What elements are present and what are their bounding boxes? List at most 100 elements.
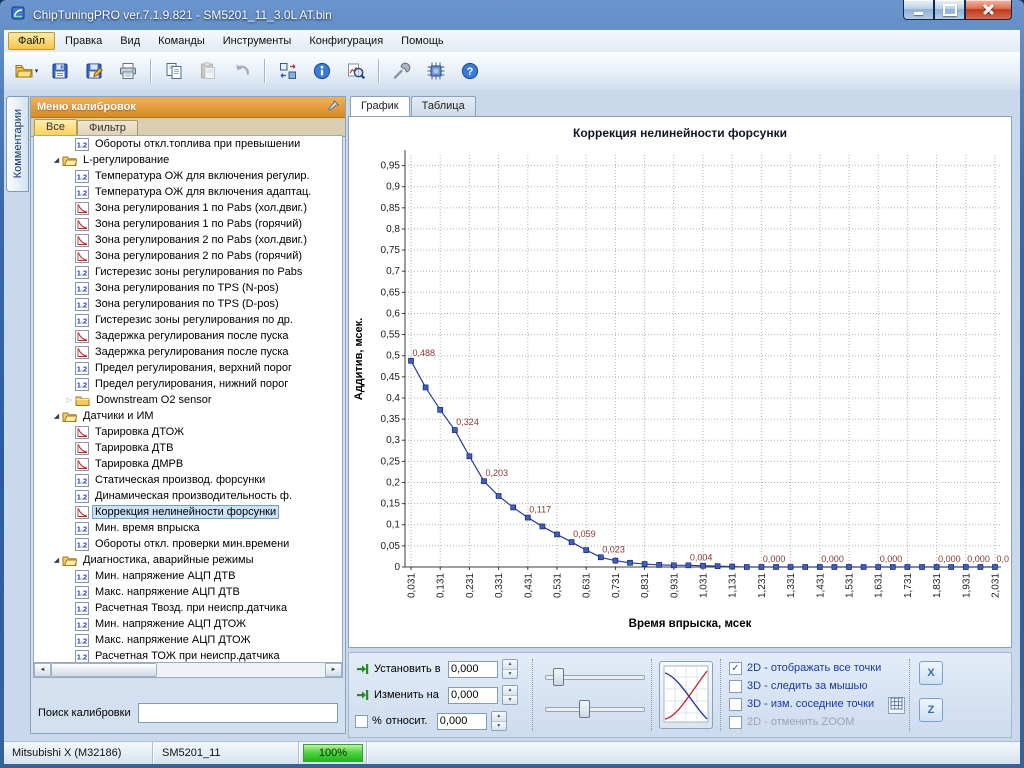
scroll-right-button[interactable]: ► [325,663,342,677]
tree-item[interactable]: ◢Датчики и ИМ [34,408,342,424]
save-as-button[interactable] [78,57,110,85]
scroll-left-button[interactable]: ◄ [34,663,51,677]
tree-item[interactable]: Тарировка ДТВ [34,440,342,456]
transfer-button[interactable] [272,57,304,85]
relative-label: относит. [386,715,433,727]
calibration-panel-header[interactable]: Меню калибровок [31,97,345,118]
tree-item-label: Гистерезис зоны регулирования по Pabs [92,265,305,279]
change-value-input[interactable] [448,687,498,704]
tree-horizontal-scrollbar[interactable]: ◄ ► [33,663,343,678]
tree-item[interactable]: 1.2Макс. напряжение АЦП ДТВ [34,584,342,600]
copy-button[interactable] [158,57,190,85]
tree-item[interactable]: 1.2Мин. время впрыска [34,520,342,536]
collapse-arrow-icon[interactable]: ▷ [64,396,75,404]
tree-item-selected[interactable]: Коррекция нелинейности форсунки [34,504,342,520]
titlebar[interactable]: ChipTuningPRO ver.7.1.9.821 - SM5201_11_… [0,0,1024,30]
slider-thumb[interactable] [579,700,590,718]
search-button[interactable] [340,57,372,85]
tree-item[interactable]: 1.2Температура ОЖ для включения адаптац. [34,184,342,200]
info-button[interactable] [306,57,338,85]
tools-button[interactable] [386,57,418,85]
close-button[interactable] [965,0,1012,20]
chart-plot[interactable]: 00,050,10,150,20,250,30,350,40,450,50,55… [371,143,1009,622]
tree-item[interactable]: 1.2Температура ОЖ для включения регулир. [34,168,342,184]
tree-item[interactable]: ▷Downstream O2 sensor [34,392,342,408]
help-button[interactable]: ? [454,57,486,85]
tree-item[interactable]: Тарировка ДМРВ [34,456,342,472]
option-3d-follow-mouse[interactable]: 3D - следить за мышью [729,677,905,695]
tree-item[interactable]: Тарировка ДТОЖ [34,424,342,440]
checkbox[interactable] [729,716,742,729]
pin-icon[interactable] [328,98,339,116]
scrollbar-track[interactable] [51,663,325,677]
menu-commands[interactable]: Команды [149,30,214,52]
maximize-button[interactable] [934,0,965,20]
tree-item[interactable]: Зона регулирования 1 по Pabs (хол.двиг.) [34,200,342,216]
tree-item[interactable]: Задержка регулирования после пуска [34,344,342,360]
tab-all[interactable]: Все [34,119,77,136]
minimize-button[interactable] [903,0,934,20]
tree-item[interactable]: 1.2Мин. напряжение АЦП ДТВ [34,568,342,584]
percent-checkbox[interactable] [355,715,368,728]
tree-item[interactable]: 1.2Обороты откл. проверки мин.времени [34,536,342,552]
change-value-spinner[interactable]: ▲▼ [502,685,518,705]
tree-item[interactable]: 1.2Статическая производ. форсунки [34,472,342,488]
z-axis-button[interactable]: Z [919,698,943,722]
set-value-input[interactable] [448,661,498,678]
tree-item[interactable]: 1.2Расчетная ТОЖ при неиспр.датчика [34,648,342,663]
comments-side-tab[interactable]: Комментарии [6,96,29,192]
undo-button[interactable] [226,57,258,85]
view-mode-button[interactable] [659,661,713,729]
checkbox[interactable]: ✓ [729,662,742,675]
tree-item[interactable]: 1.2Обороты откл.топлива при превышении [34,136,342,152]
tree-item[interactable]: 1.2Динамическая производительность ф. [34,488,342,504]
checkbox[interactable] [729,680,742,693]
set-value-spinner[interactable]: ▲▼ [502,659,518,679]
slider-top[interactable] [545,667,645,685]
tab-filter[interactable]: Фильтр [77,120,138,136]
tree-item[interactable]: 1.2Расчетная Твозд. при неиспр.датчика [34,600,342,616]
tree-item[interactable]: 1.2Зона регулирования по TPS (N-pos) [34,280,342,296]
tree-item[interactable]: 1.2Гистерезис зоны регулирования по Pabs [34,264,342,280]
paste-button[interactable] [192,57,224,85]
expand-arrow-icon[interactable]: ◢ [51,156,62,164]
tab-table[interactable]: Таблица [411,96,476,116]
tab-chart[interactable]: График [350,96,410,116]
chip-button[interactable] [420,57,452,85]
tree-item[interactable]: 1.2Предел регулирования, нижний порог [34,376,342,392]
tree-item[interactable]: 1.2Предел регулирования, верхний порог [34,360,342,376]
menu-help[interactable]: Помощь [392,30,453,52]
grid-edit-button[interactable] [888,697,905,714]
tree-item[interactable]: 1.2Макс. напряжение АЦП ДТОЖ [34,632,342,648]
print-button[interactable] [112,57,144,85]
option-2d-show-all-points[interactable]: ✓2D - отображать все точки [729,659,905,677]
menu-tools[interactable]: Инструменты [214,30,301,52]
dropdown-arrow-icon[interactable]: ▾ [35,67,39,75]
menu-file[interactable]: Файл [8,32,55,50]
tree-item[interactable]: Зона регулирования 2 по Pabs (горячий) [34,248,342,264]
search-input[interactable] [138,703,338,723]
menu-edit[interactable]: Правка [56,30,111,52]
x-axis-button[interactable]: X [919,661,943,685]
tree-item[interactable]: Зона регулирования 1 по Pabs (горячий) [34,216,342,232]
option-3d-adjacent-points[interactable]: 3D - изм. соседние точки [729,695,905,713]
expand-arrow-icon[interactable]: ◢ [51,412,62,420]
tree-item[interactable]: 1.2Мин. напряжение АЦП ДТОЖ [34,616,342,632]
tree-item[interactable]: Зона регулирования 2 по Pabs (хол.двиг.) [34,232,342,248]
slider-thumb[interactable] [553,668,564,686]
tree-item[interactable]: ◢L-регулирование [34,152,342,168]
slider-bottom[interactable] [545,699,645,717]
tree-item[interactable]: ◢Диагностика, аварийные режимы [34,552,342,568]
tree-item[interactable]: 1.2Зона регулирования по TPS (D-pos) [34,296,342,312]
tree-item[interactable]: 1.2Гистерезис зоны регулирования по др. [34,312,342,328]
scrollbar-thumb[interactable] [51,663,157,677]
menu-view[interactable]: Вид [111,30,149,52]
relative-value-input[interactable] [437,713,487,730]
checkbox[interactable] [729,698,742,711]
tree-item[interactable]: Задержка регулирования после пуска [34,328,342,344]
relative-value-spinner[interactable]: ▲▼ [491,711,507,731]
menu-configuration[interactable]: Конфигурация [300,30,392,52]
save-button[interactable] [44,57,76,85]
open-button[interactable]: ▾ [10,57,42,85]
expand-arrow-icon[interactable]: ◢ [51,556,62,564]
